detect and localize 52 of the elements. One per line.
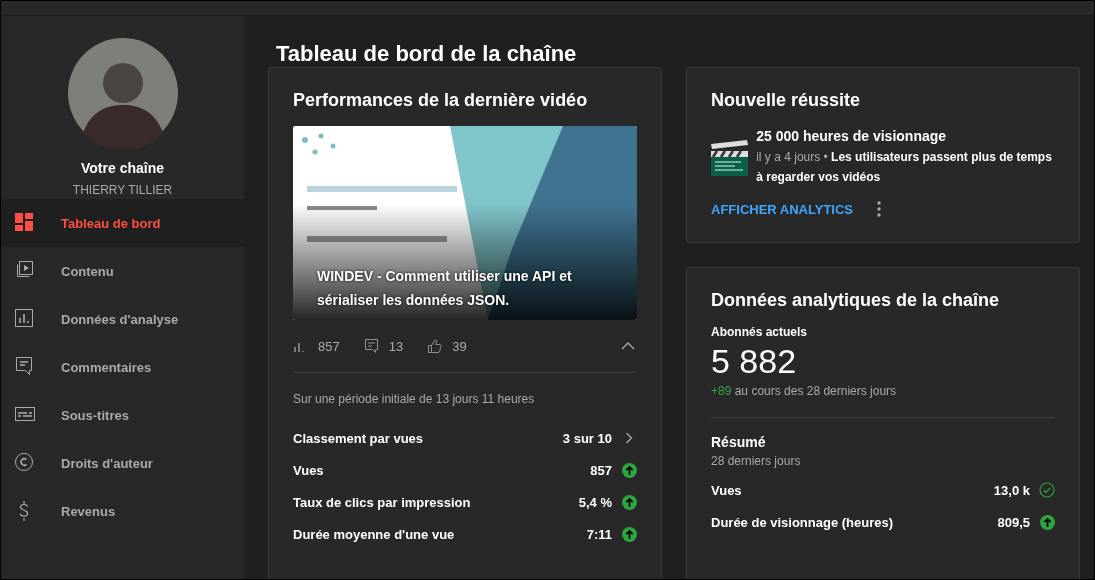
analytics-link[interactable]: AFFICHER ANALYTICS [711, 201, 854, 217]
metric-label: Durée moyenne d'une vue [293, 526, 456, 542]
stat-value: 13 [388, 338, 404, 354]
metric-value: 857 [590, 462, 612, 478]
thumbs-up-icon [427, 338, 444, 354]
subscriber-count: 5 882 [711, 342, 798, 381]
nav-item[interactable]: Contenu [1, 247, 244, 295]
nav-item[interactable]: Sous-titres [1, 391, 244, 439]
metric-label: Classement par vues [293, 430, 425, 446]
achievement-title: 25 000 heures de visionnage [756, 128, 948, 144]
period-text: Sur une période initiale de 13 jours 11 heures [293, 392, 536, 406]
nav-item[interactable]: Revenus [1, 487, 244, 535]
bar-chart-icon [15, 309, 35, 329]
channel-name: THIERRY TILLIER [72, 183, 173, 197]
trend-up-icon [621, 526, 637, 542]
subscribers-label: Abonnés actuels [711, 325, 809, 339]
metric-value: 7:11 [586, 526, 612, 542]
achievement-description: il y a 4 jours • Les utilisateurs passent plus de temps à regarder vos vidéos [756, 149, 1053, 186]
metric-label: Taux de clics par impression [293, 494, 472, 510]
chevron-up-icon [621, 342, 635, 350]
metric-value: 3 sur 10 [562, 430, 612, 446]
metric-label: Durée de visionnage (heures) [711, 514, 895, 530]
chevron-right-icon [625, 432, 633, 444]
channel-label: Votre chaîne [81, 160, 164, 176]
trend-up-icon [621, 494, 637, 510]
clapperboard-icon [711, 140, 749, 176]
trend-up-icon [1039, 514, 1055, 530]
comment-icon [15, 357, 35, 377]
metric-label: Vues [711, 482, 743, 498]
nav-item[interactable]: Commentaires [1, 343, 244, 391]
metric-value: 809,5 [997, 514, 1030, 530]
summary-title: Résumé [711, 434, 767, 450]
card-title: Performances de la dernière vidéo [293, 90, 589, 111]
metric-value: 13,0 k [993, 482, 1030, 498]
summary-period: 28 derniers jours [711, 454, 802, 468]
comment-icon [363, 338, 380, 354]
subscriber-change: +89 au cours des 28 derniers jours [711, 384, 1055, 418]
dashboard-icon [15, 213, 35, 233]
check-icon [1039, 482, 1055, 498]
metric-label: Vues [293, 462, 325, 478]
stat-value: 857 [318, 338, 340, 354]
nav-item[interactable]: Droits d'auteur [1, 439, 244, 487]
stat-value: 39 [452, 338, 467, 354]
copyright-icon [15, 453, 35, 473]
metric-value: 5,4 % [578, 494, 612, 510]
card-title: Données analytiques de la chaîne [711, 290, 1001, 311]
card-title: Nouvelle réussite [711, 90, 862, 111]
trend-up-icon [621, 462, 637, 478]
nav-item[interactable]: Tableau de bord [1, 199, 244, 247]
nav-item[interactable]: Données d'analyse [1, 295, 244, 343]
more-icon[interactable] [877, 201, 882, 217]
page-title: Tableau de bord de la chaîne [276, 41, 578, 67]
